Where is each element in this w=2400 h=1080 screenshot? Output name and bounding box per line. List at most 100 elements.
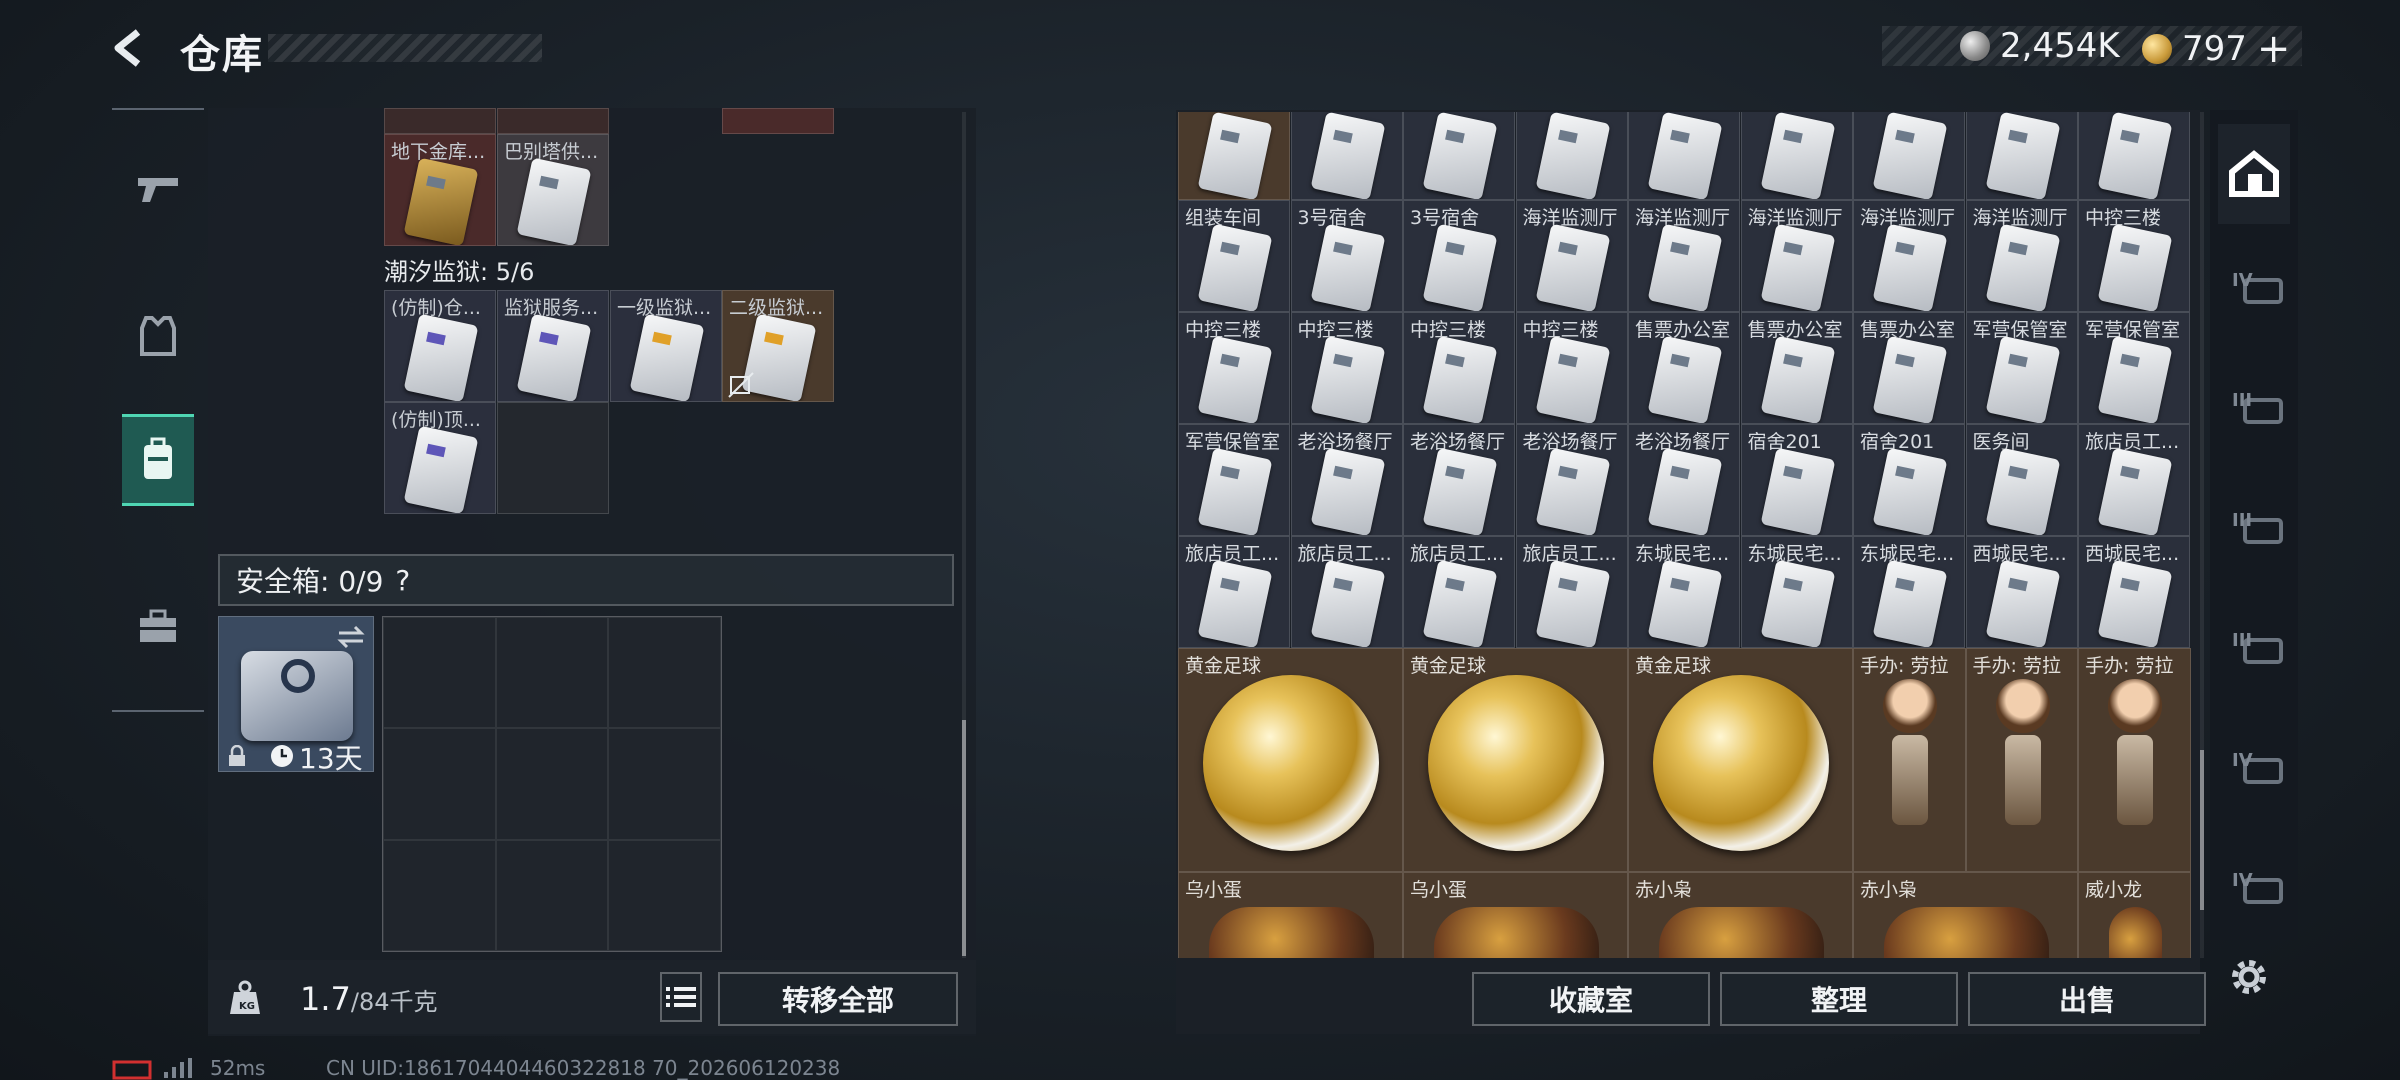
stash-item-keycard[interactable]: 中控三楼 <box>1178 312 1290 424</box>
stash-item-keycard[interactable] <box>1515 112 1628 200</box>
safebox-slot[interactable] <box>608 617 721 729</box>
back-button[interactable] <box>108 26 152 70</box>
safebox-item[interactable]: 13天 <box>218 616 374 775</box>
stash-item-keycard[interactable]: 中控三楼 <box>1515 312 1628 424</box>
stash-tab-tier-3-a[interactable]: III <box>2218 360 2290 460</box>
stash-item-keycard[interactable]: 旅店员工... <box>1178 536 1290 648</box>
stash-item-keycard[interactable]: 老浴场餐厅 <box>1515 424 1628 536</box>
inventory-item-keycard[interactable]: (仿制)顶... <box>384 402 496 514</box>
safebox-slot[interactable] <box>495 728 609 840</box>
stash-item-keycard[interactable]: 旅店员工... <box>1515 536 1628 648</box>
stash-item-figure[interactable]: 手办: 劳拉 <box>2078 648 2191 872</box>
stash-item-keycard[interactable]: 旅店员工... <box>2078 424 2190 536</box>
safebox-slot[interactable] <box>495 617 609 729</box>
stash-item-keycard[interactable]: 售票办公室 <box>1853 312 1965 424</box>
stash-tab-tier-4-b[interactable]: IV <box>2218 720 2290 820</box>
inventory-item-keycard[interactable]: 一级监狱... <box>610 290 722 402</box>
stash-item-golden-football[interactable]: 黄金足球 <box>1628 648 1853 872</box>
stash-item-keycard[interactable]: 中控三楼 <box>2078 200 2190 312</box>
safebox-slot[interactable] <box>383 839 496 951</box>
stash-tab-tier-4-c[interactable]: IV <box>2218 840 2290 940</box>
stash-item-keycard[interactable]: 3号宿舍 <box>1403 200 1515 312</box>
safebox-slot[interactable] <box>608 728 721 840</box>
stash-item-keycard[interactable]: 中控三楼 <box>1290 312 1403 424</box>
stash-item-keycard[interactable]: 东城民宅... <box>1853 536 1965 648</box>
stash-item-keycard[interactable]: 组装车间 <box>1178 200 1290 312</box>
stash-item-keycard[interactable]: 旅店员工... <box>1290 536 1403 648</box>
swap-icon[interactable] <box>335 623 367 651</box>
stash-item-keycard[interactable]: 军营保管室 <box>1178 424 1290 536</box>
stash-item-keycard[interactable]: 军营保管室 <box>2078 312 2190 424</box>
inventory-item-keycard[interactable]: 监狱服务... <box>497 290 609 402</box>
sidebar-item-weapons[interactable] <box>122 142 194 234</box>
stash-item-keycard[interactable]: 西城民宅... <box>1965 536 2078 648</box>
stash-item-keycard[interactable]: 海洋监测厅 <box>1740 200 1853 312</box>
list-view-button[interactable] <box>660 972 702 1022</box>
stash-item-collectible[interactable]: 威小龙 <box>2078 872 2191 958</box>
gold-currency[interactable]: 797 + <box>2142 26 2290 72</box>
stash-item-keycard[interactable]: 旅店员工... <box>1403 536 1515 648</box>
stash-tab-tier-3-c[interactable]: III <box>2218 600 2290 700</box>
stash-item-keycard[interactable] <box>1740 112 1853 200</box>
gold-add-button[interactable]: + <box>2257 26 2291 72</box>
stash-item-golden-football[interactable]: 黄金足球 <box>1403 648 1628 872</box>
sidebar-item-toolbox[interactable] <box>122 580 194 672</box>
stash-item-golden-football[interactable]: 黄金足球 <box>1178 648 1403 872</box>
stash-item-keycard[interactable]: 老浴场餐厅 <box>1628 424 1740 536</box>
stash-item-figure[interactable]: 手办: 劳拉 <box>1965 648 2078 872</box>
sidebar-item-armor[interactable] <box>122 290 194 382</box>
stash-item-keycard[interactable]: 老浴场餐厅 <box>1403 424 1515 536</box>
safebox-slot[interactable] <box>383 728 496 840</box>
inventory-scroll-thumb[interactable] <box>962 720 966 956</box>
stash-item-keycard[interactable]: 海洋监测厅 <box>1628 200 1740 312</box>
stash-tab-tier-3-b[interactable]: III <box>2218 480 2290 580</box>
sort-button[interactable]: 整理 <box>1720 972 1958 1026</box>
sell-button[interactable]: 出售 <box>1968 972 2206 1026</box>
safebox-help-icon[interactable]: ? <box>395 564 410 597</box>
stash-item-keycard[interactable]: 3号宿舍 <box>1290 200 1403 312</box>
stash-scroll-thumb[interactable] <box>2200 750 2204 910</box>
stash-item-figure[interactable]: 手办: 劳拉 <box>1853 648 1966 872</box>
stash-item-keycard[interactable]: 中控三楼 <box>1403 312 1515 424</box>
inventory-cell-partial[interactable] <box>497 108 609 134</box>
stash-item-keycard[interactable] <box>1965 112 2078 200</box>
stash-item-keycard[interactable]: 海洋监测厅 <box>1965 200 2078 312</box>
stash-item-keycard[interactable] <box>1403 112 1515 200</box>
stash-item-collectible[interactable]: 乌小蛋 <box>1403 872 1628 958</box>
stash-item-keycard[interactable]: 医务间 <box>1965 424 2078 536</box>
safebox-slot[interactable] <box>608 839 721 951</box>
stash-item-collectible[interactable]: 赤小枭 <box>1628 872 1853 958</box>
safebox-slot[interactable] <box>383 617 496 729</box>
collection-room-button[interactable]: 收藏室 <box>1472 972 1710 1026</box>
stash-item-collectible[interactable]: 赤小枭 <box>1853 872 2078 958</box>
inventory-cell-partial[interactable] <box>384 108 496 134</box>
inventory-item-keycard[interactable]: 二级监狱... <box>722 290 834 402</box>
stash-item-keycard[interactable]: 售票办公室 <box>1628 312 1740 424</box>
stash-item-keycard[interactable]: 东城民宅... <box>1628 536 1740 648</box>
inventory-item-keycard[interactable]: (仿制)仓... <box>384 290 496 402</box>
stash-tab-stash-home[interactable] <box>2218 124 2290 224</box>
inventory-cell-partial[interactable] <box>722 108 834 134</box>
inventory-item-keycard[interactable]: 巴别塔供... <box>497 134 609 246</box>
stash-item-keycard[interactable]: 军营保管室 <box>1965 312 2078 424</box>
stash-item-keycard[interactable]: 海洋监测厅 <box>1853 200 1965 312</box>
stash-item-keycard[interactable]: 老浴场餐厅 <box>1290 424 1403 536</box>
stash-tab-tier-4-a[interactable]: IV <box>2218 240 2290 340</box>
transfer-all-button[interactable]: 转移全部 <box>718 972 958 1026</box>
stash-item-keycard[interactable] <box>1290 112 1403 200</box>
settings-gear-icon[interactable] <box>2228 956 2270 998</box>
stash-item-keycard[interactable]: 宿舍201 <box>1853 424 1965 536</box>
stash-item-collectible[interactable]: 乌小蛋 <box>1178 872 1403 958</box>
inventory-empty-cell[interactable] <box>497 402 609 514</box>
stash-item-keycard[interactable]: 售票办公室 <box>1740 312 1853 424</box>
stash-item-keycard[interactable]: 海洋监测厅 <box>1515 200 1628 312</box>
stash-item-keycard[interactable] <box>1853 112 1965 200</box>
stash-item-keycard[interactable] <box>1178 112 1290 200</box>
stash-item-keycard[interactable] <box>1628 112 1740 200</box>
stash-item-keycard[interactable]: 西城民宅... <box>2078 536 2190 648</box>
stash-item-keycard[interactable]: 宿舍201 <box>1740 424 1853 536</box>
stash-item-keycard[interactable] <box>2078 112 2190 200</box>
inventory-item-keycard[interactable]: 地下金库... <box>384 134 496 246</box>
stash-item-keycard[interactable]: 东城民宅... <box>1740 536 1853 648</box>
sidebar-item-backpack[interactable] <box>122 414 194 506</box>
